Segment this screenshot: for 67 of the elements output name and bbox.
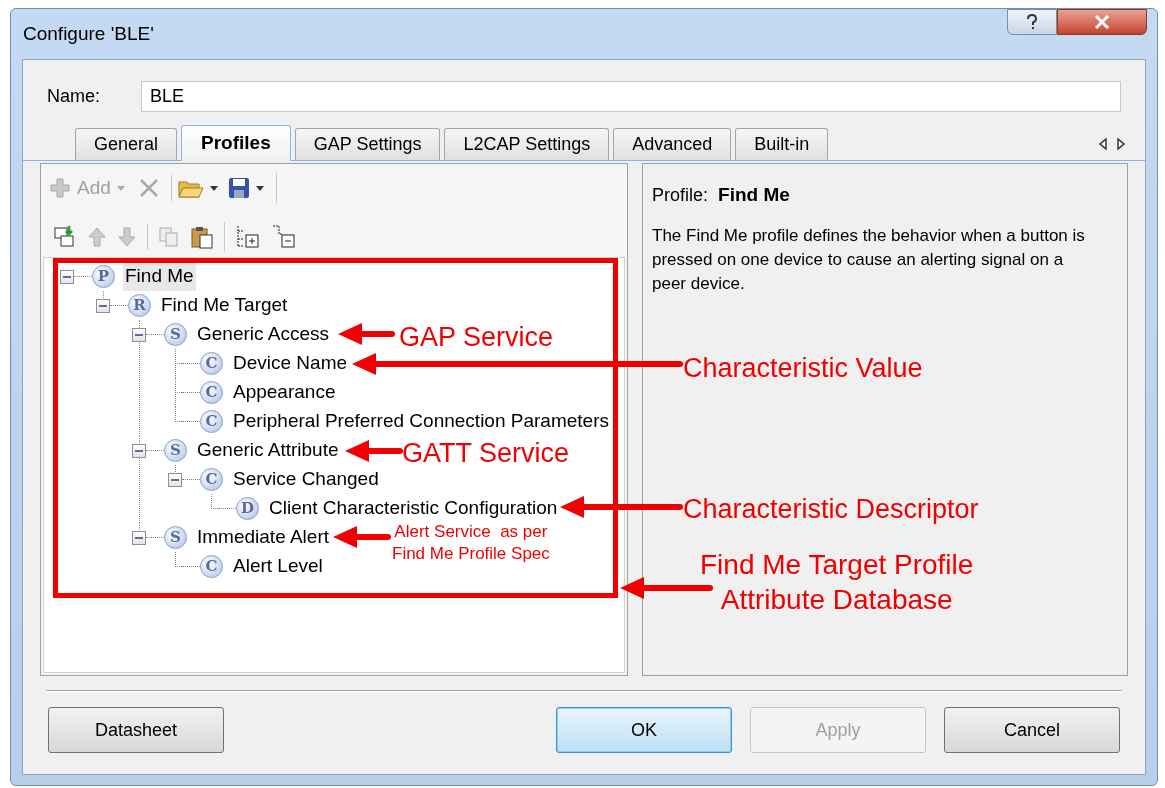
tree-item[interactable]: Find Me	[123, 262, 196, 291]
profile-description: The Find Me profile defines the behavior when a button is pressed on one device to cause an alerting signal on a peer device.	[652, 224, 1086, 295]
annotation-label: Find Me Target Profile Attribute Database	[700, 548, 974, 617]
node-badge: C	[200, 352, 223, 375]
sort-icon[interactable]	[53, 225, 77, 249]
expander-button[interactable]	[132, 443, 146, 458]
profile-name: Find Me	[718, 183, 790, 207]
name-label: Name:	[47, 85, 101, 108]
arrow	[338, 323, 395, 345]
expander-button[interactable]	[168, 472, 182, 487]
arrow	[333, 526, 391, 548]
caret-icon	[255, 185, 264, 191]
node-badge: D	[236, 497, 259, 520]
tab[interactable]: Advanced	[613, 128, 732, 160]
tab[interactable]: Built-in	[735, 128, 829, 160]
tree-item[interactable]: Device Name	[231, 349, 350, 378]
node-badge: C	[200, 468, 223, 491]
expander-button[interactable]	[132, 327, 146, 342]
node-badge: R	[128, 294, 151, 317]
expander-button[interactable]	[96, 298, 110, 313]
help-button[interactable]	[1007, 9, 1057, 35]
tab[interactable]: Profiles	[181, 125, 291, 161]
tree-item[interactable]: Service Changed	[231, 465, 381, 494]
dialog-button[interactable]: Cancel	[944, 707, 1120, 753]
tree-item[interactable]: Client Characteristic Configuration	[267, 494, 560, 523]
node-badge: S	[164, 323, 187, 346]
profile-label: Profile:	[652, 184, 709, 207]
close-button[interactable]	[1057, 9, 1147, 35]
expand-all-icon[interactable]	[235, 224, 261, 250]
scroll-right-icon[interactable]	[1117, 138, 1125, 150]
window-title: Configure 'BLE'	[23, 21, 154, 46]
annotation-label: GAP Service	[399, 321, 554, 354]
expander-button[interactable]	[60, 269, 74, 284]
caret-icon	[209, 185, 218, 191]
caret-icon	[116, 185, 125, 191]
save-icon[interactable]	[227, 177, 250, 199]
collapse-all-icon[interactable]	[271, 224, 297, 250]
tree-item[interactable]: Generic Attribute	[195, 436, 341, 465]
arrow	[345, 440, 403, 462]
tree-item[interactable]: Find Me Target	[159, 291, 290, 320]
node-badge: C	[200, 555, 223, 578]
name-field[interactable]: BLE	[141, 81, 1121, 112]
tree-item[interactable]: Alert Level	[231, 552, 325, 581]
tree-item[interactable]: Immediate Alert	[195, 523, 331, 552]
node-badge: P	[92, 265, 115, 288]
add-icon	[49, 177, 71, 199]
annotation-label: Alert Service as per Find Me Profile Spec	[392, 521, 550, 565]
tree-item[interactable]: Appearance	[231, 378, 338, 407]
scroll-left-icon[interactable]	[1099, 138, 1107, 150]
close-icon	[1094, 15, 1110, 29]
annotation-label: GATT Service	[402, 437, 570, 470]
tab[interactable]: General	[75, 128, 178, 160]
paste-icon[interactable]	[190, 225, 214, 249]
tree-item[interactable]: Generic Access	[195, 320, 331, 349]
node-badge: S	[164, 526, 187, 549]
tree-item[interactable]: Peripheral Preferred Connection Parameters	[231, 407, 611, 436]
node-badge: C	[200, 410, 223, 433]
node-badge: S	[164, 439, 187, 462]
dialog-button[interactable]: Datasheet	[48, 707, 224, 753]
annotation-label: Characteristic Descriptor	[683, 493, 979, 526]
help-icon	[1026, 14, 1038, 30]
tab[interactable]: L2CAP Settings	[444, 128, 610, 160]
node-badge: C	[200, 381, 223, 404]
tab[interactable]: GAP Settings	[294, 128, 441, 160]
annotation-label: Characteristic Value	[683, 352, 923, 385]
expander-button[interactable]	[132, 530, 146, 545]
dialog-button[interactable]: OK	[556, 707, 732, 753]
